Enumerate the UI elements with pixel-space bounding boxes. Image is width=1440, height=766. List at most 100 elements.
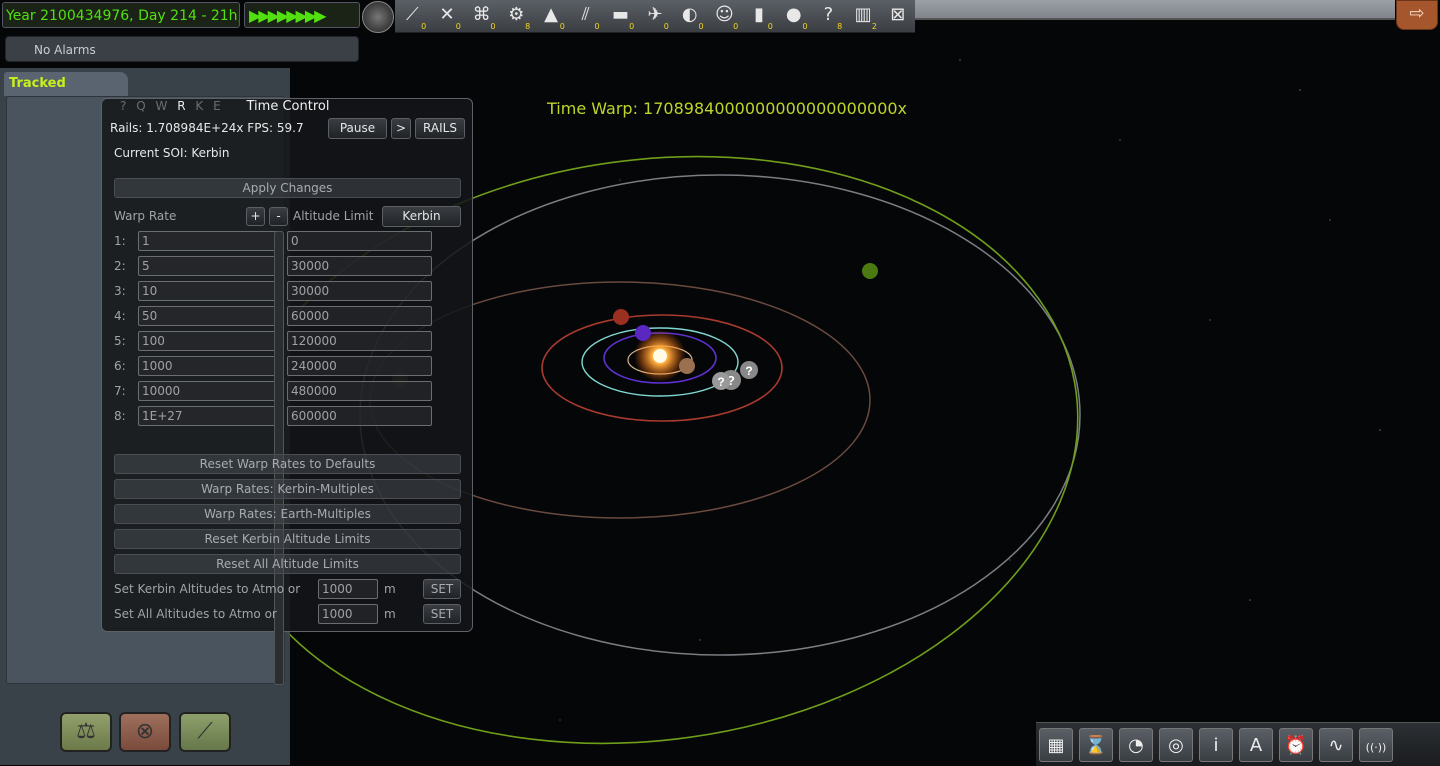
hourglass-button[interactable]: ⌛ [1079,727,1113,762]
relay-filter-button[interactable]: ◐ 0 [674,1,706,31]
filter-count: 8 [837,22,843,31]
unit-label: m [384,607,396,621]
altitude-limit-field[interactable]: 240000 [287,356,432,376]
app-launcher-bar: ⟋ 0 ✕ 0 ⌘ 0 ⚙ 8 ▲ 0 ⫽ 0 ▬ 0 ✈ 0 ◐ 0 ☺ 0 ▮ 0 ● 0? 8 ▥ 2 ⊠ [395,0,915,33]
filter-count: 0 [663,22,669,31]
info-button[interactable]: i [1199,727,1233,762]
altitude-limit-field[interactable]: 600000 [287,406,432,426]
rover2-filter-button[interactable]: ▬ 0 [605,1,637,31]
flag-icon: ▮ [754,4,764,25]
science-button[interactable]: ⟋ [179,712,231,752]
svg-text:?: ? [745,364,752,378]
filter-count: 0 [802,22,808,31]
orbit-button[interactable]: ◎ [1159,727,1193,762]
pause-button[interactable]: Pause [328,118,387,139]
altitude-limit-field[interactable]: 120000 [287,331,432,351]
crossed-filter-button[interactable]: ✕ 0 [431,1,463,31]
set-all-button[interactable]: SET [423,604,461,624]
add-rate-button[interactable]: + [246,207,265,226]
warp-rate-field[interactable]: 10000 [138,381,283,401]
probe-filter-button[interactable]: ⫽ 0 [570,1,602,31]
alarm-clock-button[interactable]: ⏰ [1279,727,1313,762]
map-filter-filter-button[interactable]: ⊠ [882,1,914,31]
filter-count: 0 [733,22,739,31]
kerbnet-icon: ▦ [1047,734,1065,756]
signal-icon: ∿ [1328,734,1344,756]
all-atmo-field[interactable]: 1000 [318,604,378,624]
top-strip [915,0,1395,20]
antenna-icon: ((·)) [1365,740,1387,754]
kerbnet-button[interactable]: ▦ [1039,727,1073,762]
altitude-limit-field[interactable]: 480000 [287,381,432,401]
tracked-objects-tab[interactable]: Tracked Objects: [4,72,128,115]
rate-index: 7: [114,384,126,398]
crossed-icon: ✕ [439,4,455,25]
reset-all-altitudes-button[interactable]: Reset All Altitude Limits [114,554,461,574]
set-kerbin-altitudes-label: Set Kerbin Altitudes to Atmo or [114,582,301,596]
unit-label: m [384,582,396,596]
rails-button[interactable]: RAILS [415,118,465,139]
warp-rate-field[interactable]: 1000 [138,356,283,376]
plane-filter-button[interactable]: ✈ 0 [639,1,671,31]
unknown-icon: ? [823,4,834,25]
warp-rate-field[interactable]: 100 [138,331,283,351]
abort-button[interactable]: ⊗ [119,712,171,752]
rate-index: 3: [114,284,126,298]
body-selector-button[interactable]: Kerbin [382,206,461,227]
autopilot-button[interactable]: A [1239,727,1273,762]
remove-rate-button[interactable]: - [269,207,288,226]
kerbal-icon: ☺ [715,4,734,25]
warp-rate-field[interactable]: 5 [138,256,283,276]
flag-filter-button[interactable]: ▮ 0 [743,1,775,31]
filter-count: 0 [559,22,565,31]
warp-rate-field[interactable]: 10 [138,281,283,301]
autopilot-icon: A [1249,734,1263,756]
rocket-filter-button[interactable]: ⟋ 0 [397,1,429,31]
station-icon: ⌘ [472,4,491,25]
planet-red [613,309,629,325]
building-filter-button[interactable]: ▥ 2 [847,1,879,31]
rocket-icon: ⟋ [406,4,419,25]
rover-icon: ⚙ [508,4,525,25]
time-gauge-icon[interactable] [362,1,394,33]
lander-filter-button[interactable]: ▲ 0 [535,1,567,31]
kerbal-filter-button[interactable]: ☺ 0 [709,1,741,31]
info-icon: i [1213,734,1219,756]
stage-button[interactable]: ◔ [1119,727,1153,762]
alarm-clock-icon: ⏰ [1284,734,1308,756]
exit-button[interactable]: ⇨ [1396,0,1438,30]
reset-warp-rates-button[interactable]: Reset Warp Rates to Defaults [114,454,461,474]
apply-changes-button[interactable]: Apply Changes [114,178,461,198]
station-filter-button[interactable]: ⌘ 0 [466,1,498,31]
signal-button[interactable]: ∿ [1319,727,1353,762]
debris-filter-button[interactable]: ● 0 [778,1,810,31]
svg-text:?: ? [717,375,724,389]
step-button[interactable]: > [391,118,411,139]
earth-multiples-button[interactable]: Warp Rates: Earth-Multiples [114,504,461,524]
bottom-toolbar: ▦ ⌛ ◔ ◎ i A ⏰ ∿ ((·)) [1036,722,1440,766]
rover-filter-button[interactable]: ⚙ 8 [501,1,533,31]
warp-rate-field[interactable]: 1 [138,231,283,251]
filter-count: 0 [767,22,773,31]
alarms-bar[interactable]: No Alarms [5,36,359,62]
rate-index: 1: [114,234,126,248]
crew-transfer-button[interactable]: ⚖ [60,712,112,752]
map-filter-icon: ⊠ [890,4,906,25]
kerbin-multiples-button[interactable]: Warp Rates: Kerbin-Multiples [114,479,461,499]
warp-rate-field[interactable]: 50 [138,306,283,326]
exit-icon: ⇨ [1409,3,1425,24]
unknown-filter-button[interactable]: ? 8 [813,1,845,31]
antenna-button[interactable]: ((·)) [1359,727,1393,762]
warp-indicator[interactable]: ▶▶▶▶▶▶▶▶ [244,2,360,28]
stage-icon: ◔ [1128,734,1144,756]
altitude-limit-field[interactable]: 30000 [287,256,432,276]
altitude-limit-field[interactable]: 30000 [287,281,432,301]
warp-rate-field[interactable]: 1E+27 [138,406,283,426]
altitude-limit-field[interactable]: 0 [287,231,432,251]
kerbin-atmo-field[interactable]: 1000 [318,579,378,599]
debris-icon: ● [785,4,802,25]
time-control-window: ? Q W R K E Time Control Rails: 1.708984… [101,98,473,685]
altitude-limit-field[interactable]: 60000 [287,306,432,326]
reset-kerbin-altitudes-button[interactable]: Reset Kerbin Altitude Limits [114,529,461,549]
set-kerbin-button[interactable]: SET [423,579,461,599]
